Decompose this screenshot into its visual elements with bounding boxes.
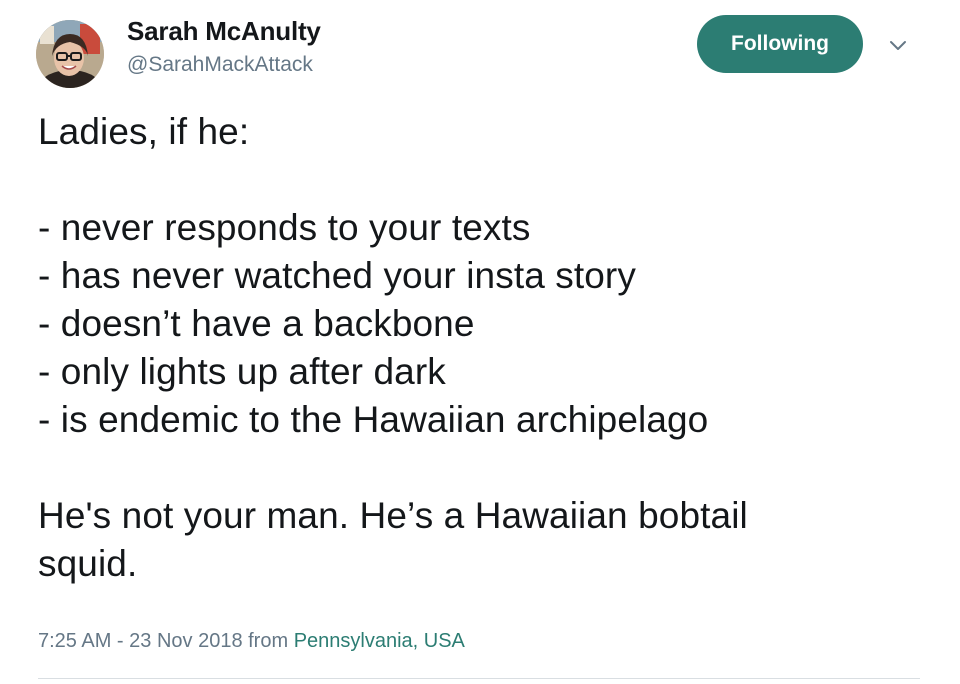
avatar[interactable] bbox=[36, 20, 104, 88]
list-item: - is endemic to the Hawaiian archipelago bbox=[38, 399, 709, 440]
profile-photo-icon bbox=[36, 20, 104, 88]
divider bbox=[38, 678, 920, 679]
tweet-intro: Ladies, if he: bbox=[38, 111, 250, 152]
tweet-conclusion-end: squid. bbox=[38, 543, 138, 584]
tweet-header: Sarah McAnulty @SarahMackAttack Followin… bbox=[36, 14, 920, 94]
list-item: - doesn’t have a backbone bbox=[38, 303, 475, 344]
timestamp[interactable]: 7:25 AM - 23 Nov 2018 from bbox=[38, 630, 294, 652]
location-link[interactable]: Pennsylvania, USA bbox=[294, 630, 465, 652]
following-button[interactable]: Following bbox=[697, 15, 863, 73]
tweet-text: Ladies, if he: - never responds to your … bbox=[38, 108, 918, 588]
list-item: - has never watched your insta story bbox=[38, 255, 636, 296]
chevron-down-icon[interactable] bbox=[886, 34, 910, 58]
display-name[interactable]: Sarah McAnulty bbox=[127, 14, 321, 48]
author-names: Sarah McAnulty @SarahMackAttack bbox=[127, 14, 321, 80]
tweet-conclusion: He's not your man. He’s a Hawaiian bobta… bbox=[38, 495, 748, 536]
list-item: - never responds to your texts bbox=[38, 207, 531, 248]
tweet-card: Sarah McAnulty @SarahMackAttack Followin… bbox=[0, 0, 960, 684]
user-handle[interactable]: @SarahMackAttack bbox=[127, 50, 321, 80]
tweet-metadata: 7:25 AM - 23 Nov 2018 from Pennsylvania,… bbox=[38, 627, 465, 655]
list-item: - only lights up after dark bbox=[38, 351, 446, 392]
